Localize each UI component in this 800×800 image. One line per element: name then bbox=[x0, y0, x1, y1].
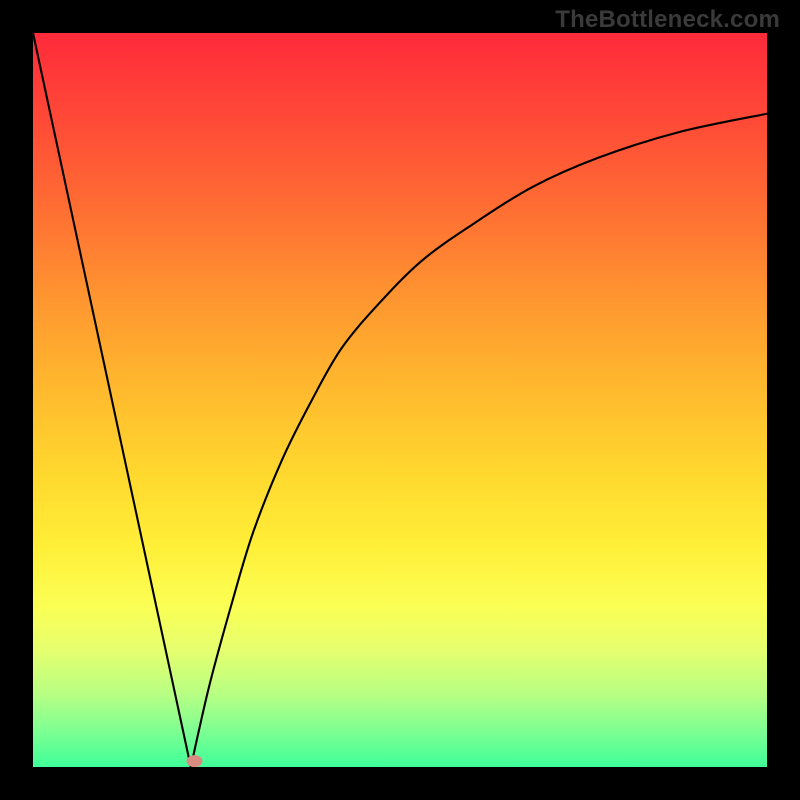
plot-area bbox=[33, 33, 767, 767]
minimum-marker bbox=[186, 755, 202, 767]
curve-layer bbox=[33, 33, 767, 767]
chart-frame: TheBottleneck.com bbox=[0, 0, 800, 800]
bottleneck-curve bbox=[33, 33, 767, 767]
watermark-text: TheBottleneck.com bbox=[555, 6, 780, 34]
